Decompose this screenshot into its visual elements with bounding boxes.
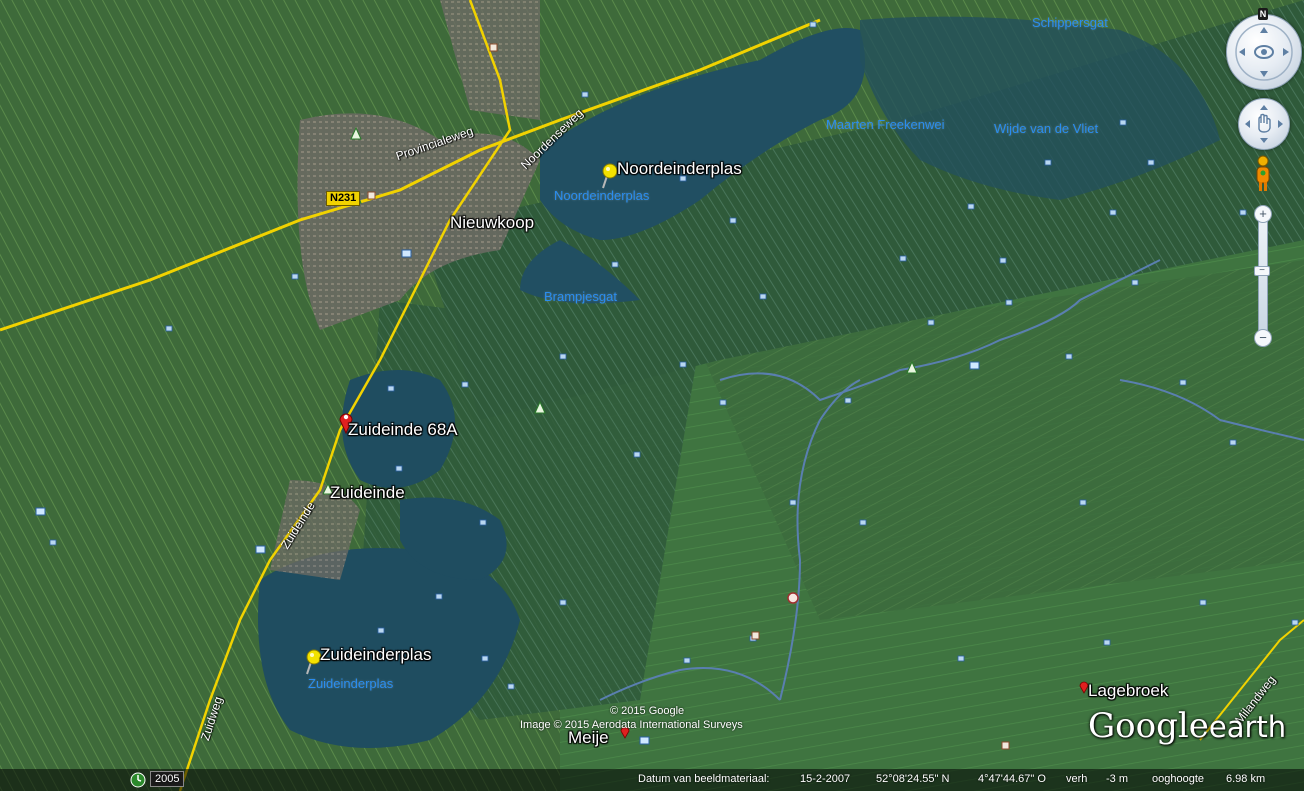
move-joystick[interactable] bbox=[1238, 98, 1290, 150]
eye-icon bbox=[1235, 23, 1293, 81]
place-label-noordeinderplas[interactable]: Noordeinderplas bbox=[617, 159, 742, 179]
hand-icon bbox=[1245, 105, 1283, 143]
pegman-icon[interactable] bbox=[1253, 155, 1273, 193]
place-label-zuideinde-68a[interactable]: Zuideinde 68A bbox=[348, 420, 458, 440]
place-label-lagebroek[interactable]: Lagebroek bbox=[1088, 681, 1168, 701]
look-joystick[interactable] bbox=[1226, 14, 1302, 90]
zoom-slider-thumb[interactable]: − bbox=[1254, 266, 1270, 276]
water-label-maarten-freekenwei: Maarten Freekenwei bbox=[826, 117, 945, 132]
eye-altitude-readout: 6.98 km bbox=[1226, 773, 1266, 785]
imagery-credit: Image © 2015 Aerodata International Surv… bbox=[520, 719, 743, 731]
water-label-brampjesgat: Brampjesgat bbox=[544, 289, 617, 304]
logo-google: Google bbox=[1088, 706, 1209, 746]
elevation-label: verh bbox=[1066, 773, 1088, 785]
map-view[interactable]: N231 Provincialeweg Noordenseweg Zuidein… bbox=[0, 0, 1304, 791]
place-label-zuideinderplas[interactable]: Zuideinderplas bbox=[320, 645, 432, 665]
satellite-imagery[interactable] bbox=[0, 0, 1304, 791]
elevation-readout: -3 m bbox=[1106, 773, 1128, 785]
place-label-meije[interactable]: Meije bbox=[568, 728, 609, 748]
imagery-date: 15-2-2007 bbox=[800, 773, 851, 785]
status-bar: 2005 Datum van beeldmateriaal: 15-2-2007… bbox=[0, 769, 1304, 791]
historical-year[interactable]: 2005 bbox=[150, 771, 185, 787]
water-label-zuideinderplas: Zuideinderplas bbox=[308, 676, 394, 691]
logo-earth: earth bbox=[1208, 710, 1287, 744]
compass-north[interactable]: N bbox=[1258, 8, 1268, 20]
place-label-nieuwkoop[interactable]: Nieuwkoop bbox=[450, 213, 534, 233]
water-label-wijde-van-de-vliet: Wijde van de Vliet bbox=[994, 121, 1099, 136]
water-label-noordeinderplas: Noordeinderplas bbox=[554, 188, 650, 203]
zoom-out-button[interactable]: − bbox=[1254, 329, 1272, 347]
eye-altitude-label: ooghoogte bbox=[1152, 773, 1204, 785]
latitude-readout: 52°08'24.55" N bbox=[876, 773, 950, 785]
zoom-in-button[interactable]: + bbox=[1254, 205, 1272, 223]
copyright-notice: © 2015 Google bbox=[610, 705, 685, 717]
place-label-zuideinde[interactable]: Zuideinde bbox=[330, 483, 405, 503]
road-shield-n231: N231 bbox=[326, 191, 361, 206]
longitude-readout: 4°47'44.67" O bbox=[978, 773, 1046, 785]
historical-imagery-clock-icon[interactable] bbox=[130, 772, 146, 788]
google-earth-logo: Googleearth bbox=[1088, 706, 1286, 746]
water-label-schippersgat: Schippersgat bbox=[1032, 15, 1108, 30]
imagery-date-label: Datum van beeldmateriaal: bbox=[638, 773, 770, 785]
